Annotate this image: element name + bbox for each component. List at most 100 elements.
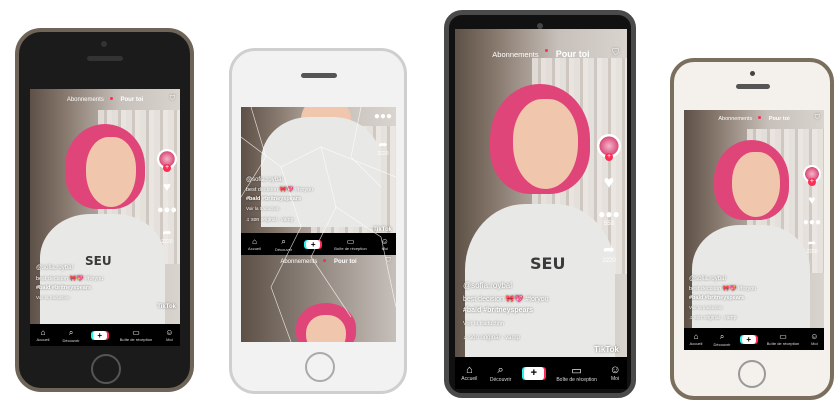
shield-icon[interactable]: ⛉ [386, 257, 391, 265]
translate-link[interactable]: Voir la traduction [36, 295, 70, 300]
hashtag-foryou[interactable]: #foryou [738, 286, 756, 292]
creator-avatar[interactable]: + [597, 134, 621, 161]
hashtag-foryou[interactable]: #foryou [525, 296, 548, 303]
sound-label[interactable]: ♫ son original - vamp [246, 217, 293, 223]
create-button[interactable]: + [741, 334, 756, 344]
caption-emoji: 🎀💖 [69, 276, 84, 282]
home-button[interactable] [305, 352, 335, 382]
nav-me[interactable]: ☺ Moi [381, 237, 389, 251]
username[interactable]: @sofia.roybal [36, 265, 73, 271]
nav-inbox-label: Boîte de réception [119, 337, 153, 342]
shield-icon[interactable]: ⛉ [612, 47, 619, 58]
screen: Abonnements Pour toi ⛉ + ♥ ●●● ➦ 2220 @s… [684, 110, 824, 350]
comment-icon[interactable]: ●●● [157, 204, 177, 216]
caption-text: best decision [689, 286, 722, 292]
profile-icon: ☺ [165, 328, 174, 337]
heart-icon[interactable]: ♥ [604, 172, 615, 193]
tab-for-you[interactable]: Pour toi [556, 49, 590, 59]
home-icon: ⌂ [465, 364, 473, 376]
hashtag-foryou[interactable]: #foryou [295, 187, 313, 193]
share-count: 2220 [161, 239, 173, 245]
nav-me[interactable]: ☺ Moi [609, 364, 620, 382]
phone-iphone-dark: SEU Abonnements Pour toi ⛉ + ♥ ●●● ➦ 222… [15, 28, 194, 392]
tab-following[interactable]: Abonnements [492, 50, 538, 59]
share-icon[interactable]: ➦ [162, 226, 171, 239]
share-count: 2220 [806, 249, 818, 255]
tab-following[interactable]: Abonnements [280, 259, 317, 265]
username[interactable]: @sofia.roybal [246, 177, 283, 183]
create-button[interactable]: + [523, 366, 544, 380]
home-button[interactable] [738, 360, 766, 388]
nav-inbox[interactable]: ▭ Boîte de réception [334, 237, 366, 251]
nav-inbox-label: Boîte de réception [334, 246, 367, 251]
share-icon[interactable]: ➦ [808, 238, 816, 249]
share-count: 2220 [377, 151, 389, 157]
comment-icon[interactable]: ●●● [374, 111, 392, 122]
sound-label[interactable]: ♫ son original - vamp [463, 335, 520, 341]
home-icon: ⌂ [693, 332, 699, 341]
inbox-icon: ▭ [346, 237, 355, 246]
translate-link[interactable]: Voir la traduction [246, 206, 280, 211]
earpiece [736, 84, 770, 89]
shirt-print: SEU [85, 254, 112, 268]
tab-for-you[interactable]: Pour toi [121, 97, 144, 103]
nav-home[interactable]: ⌂ Accueil [248, 237, 261, 251]
nav-home[interactable]: ⌂ Accueil [461, 364, 477, 382]
screen: ●●● ➦ 2220 @sofia.roybal best decision 🎀… [241, 107, 396, 342]
search-icon: ⌕ [68, 327, 74, 337]
tab-following[interactable]: Abonnements [718, 116, 752, 122]
nav-inbox-label: Boîte de réception [556, 376, 597, 383]
nav-me[interactable]: ☺ Moi [165, 328, 173, 342]
nav-discover-label: Découvrir [489, 376, 512, 383]
nav-me-label: Moi [811, 341, 818, 346]
nav-discover[interactable]: ⌕ Découvrir [275, 237, 292, 252]
nav-me-label: Moi [166, 337, 173, 342]
share-icon[interactable]: ➦ [378, 138, 387, 151]
creator-avatar[interactable]: + [157, 149, 177, 172]
home-icon: ⌂ [40, 328, 46, 337]
phone-android-case: SEU Abonnements Pour toi ⛉ + ♥ ●●● 553 ➦… [444, 10, 636, 398]
hashtag-foryou[interactable]: #foryou [85, 276, 103, 282]
nav-inbox[interactable]: ▭ Boîte de réception [767, 332, 799, 346]
shield-icon[interactable]: ⛉ [170, 95, 175, 103]
nav-discover[interactable]: ⌕ Découvrir [714, 332, 731, 347]
tab-following[interactable]: Abonnements [67, 97, 104, 103]
share-count: 2220 [602, 258, 616, 264]
nav-home[interactable]: ⌂ Accueil [37, 328, 50, 342]
create-button[interactable]: + [306, 239, 321, 249]
tiktok-watermark: TikTok [593, 345, 619, 354]
nav-home-label: Accueil [248, 246, 261, 251]
heart-icon[interactable]: ♥ [163, 179, 171, 194]
comment-icon[interactable]: ●●● [803, 217, 821, 228]
home-icon: ⌂ [252, 237, 257, 246]
tab-for-you[interactable]: Pour toi [334, 259, 357, 265]
share-icon[interactable]: ➦ [603, 241, 615, 258]
shield-icon[interactable]: ⛉ [815, 114, 820, 122]
nav-inbox[interactable]: ▭ Boîte de réception [556, 364, 597, 383]
nav-home[interactable]: ⌂ Accueil [690, 332, 703, 346]
creator-avatar[interactable]: + [802, 165, 821, 186]
sound-label[interactable]: ♫ son original - vamp [689, 315, 736, 321]
nav-me-label: Moi [381, 246, 389, 251]
nav-discover[interactable]: ⌕ Découvrir [490, 364, 511, 383]
tab-for-you[interactable]: Pour toi [769, 116, 790, 122]
username[interactable]: @sofia.roybal [689, 276, 726, 282]
profile-icon: ☺ [609, 364, 621, 376]
nav-me[interactable]: ☺ Moi [810, 332, 818, 346]
hashtags[interactable]: #bald #britneyspears [463, 307, 533, 314]
hashtags[interactable]: #bald #britneyspears [689, 295, 744, 301]
heart-icon[interactable]: ♥ [808, 193, 815, 207]
nav-inbox[interactable]: ▭ Boîte de réception [120, 328, 152, 342]
username[interactable]: @sofia.roybal [463, 281, 512, 290]
create-button[interactable]: + [92, 330, 107, 340]
comment-count: 553 [603, 221, 614, 227]
caption-emoji: 🎀💖 [505, 296, 524, 303]
translate-link[interactable]: Voir la traduction [463, 321, 504, 327]
translate-link[interactable]: Voir la traduction [689, 305, 723, 310]
comment-icon[interactable]: ●●● [598, 207, 620, 221]
home-button[interactable] [91, 354, 121, 384]
search-icon: ⌕ [497, 363, 504, 376]
nav-discover[interactable]: ⌕ Découvrir [63, 328, 80, 343]
hashtags[interactable]: #bald #britneyspears [246, 196, 301, 202]
hashtags[interactable]: #bald #britneyspears [36, 285, 91, 291]
